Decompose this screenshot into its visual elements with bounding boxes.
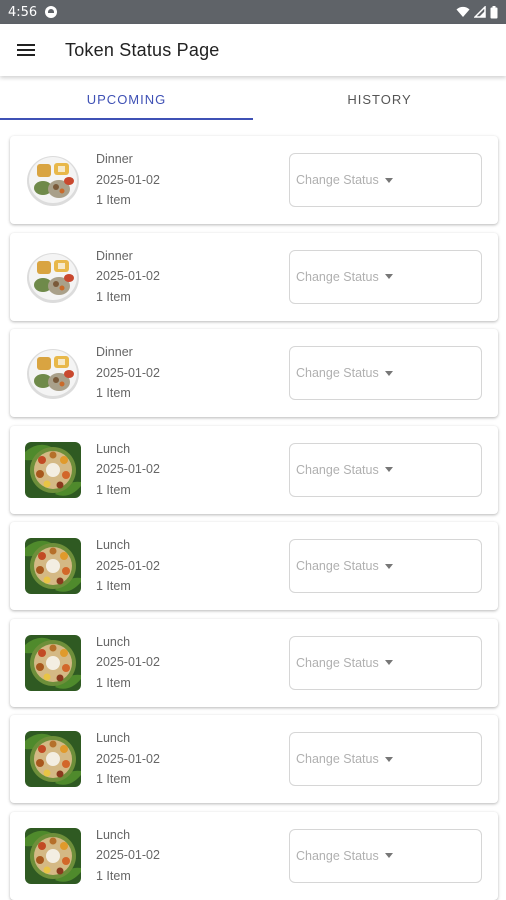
token-date: 2025-01-02: [96, 848, 160, 863]
signal-icon: [474, 6, 486, 18]
token-item-count: 1 Item: [96, 386, 131, 401]
token-card: Dinner 2025-01-02 1 Item Change Status: [10, 329, 498, 417]
token-item-count: 1 Item: [96, 482, 131, 497]
token-date: 2025-01-02: [96, 558, 160, 573]
token-card: Lunch 2025-01-02 1 Item Change Status: [10, 811, 498, 900]
tab-history[interactable]: HISTORY: [253, 78, 506, 120]
change-status-dropdown[interactable]: Change Status: [289, 153, 482, 207]
token-meal: Lunch: [96, 441, 131, 456]
dropdown-arrow-icon: [384, 177, 393, 183]
token-card: Dinner 2025-01-02 1 Item Change Status: [10, 232, 498, 321]
change-status-dropdown[interactable]: Change Status: [289, 828, 482, 883]
menu-icon[interactable]: [4, 28, 48, 72]
token-date: 2025-01-02: [96, 365, 160, 380]
wifi-icon: [456, 6, 470, 17]
token-item-count: 1 Item: [96, 868, 131, 883]
token-date: 2025-01-02: [96, 462, 160, 477]
token-meal: Dinner: [96, 248, 133, 263]
token-info: Lunch 2025-01-02 1 Item: [96, 635, 160, 691]
token-list: Dinner 2025-01-02 1 Item Change Status Dinne…: [10, 136, 498, 900]
change-status-placeholder: Change Status: [296, 559, 379, 573]
change-status-placeholder: Change Status: [296, 752, 379, 766]
dinner-plate-icon: [27, 252, 79, 303]
lunch-plate-icon: [25, 538, 81, 594]
tab-bar: UPCOMING HISTORY: [0, 78, 506, 120]
token-info: Lunch 2025-01-02 1 Item: [96, 828, 160, 884]
lunch-plate-icon: [25, 827, 81, 884]
token-card: Lunch 2025-01-02 1 Item Change Status: [10, 425, 498, 514]
change-status-dropdown[interactable]: Change Status: [289, 442, 482, 497]
token-meal: Dinner: [96, 152, 133, 167]
app-bar: Token Status Page: [0, 24, 506, 76]
token-card: Lunch 2025-01-02 1 Item Change Status: [10, 618, 498, 707]
change-status-dropdown[interactable]: Change Status: [289, 732, 482, 786]
dropdown-arrow-icon: [384, 563, 393, 569]
token-info: Lunch 2025-01-02 1 Item: [96, 442, 160, 498]
status-time: 4:56: [8, 4, 38, 20]
token-item-count: 1 Item: [96, 772, 131, 787]
token-meal: Dinner: [96, 345, 133, 360]
dropdown-arrow-icon: [384, 853, 393, 858]
token-info: Dinner 2025-01-02 1 Item: [96, 249, 160, 305]
token-info: Dinner 2025-01-02 1 Item: [96, 345, 160, 401]
lunch-plate-icon: [25, 634, 81, 691]
dropdown-arrow-icon: [384, 756, 393, 762]
dropdown-arrow-icon: [384, 274, 393, 279]
change-status-dropdown[interactable]: Change Status: [289, 539, 482, 593]
token-info: Lunch 2025-01-02 1 Item: [96, 538, 160, 594]
status-bar: 4:56: [0, 0, 506, 24]
change-status-dropdown[interactable]: Change Status: [289, 249, 482, 304]
token-item-count: 1 Item: [96, 289, 131, 304]
token-meal: Lunch: [96, 827, 131, 842]
token-item-count: 1 Item: [96, 579, 131, 594]
change-status-placeholder: Change Status: [296, 848, 379, 863]
dropdown-arrow-icon: [384, 467, 393, 472]
dinner-plate-icon: [27, 156, 79, 206]
notification-icon: [45, 6, 58, 18]
change-status-dropdown[interactable]: Change Status: [289, 346, 482, 400]
token-card: Lunch 2025-01-02 1 Item Change Status: [10, 715, 498, 803]
token-card: Dinner 2025-01-02 1 Item Change Status: [10, 136, 498, 224]
token-meal: Lunch: [96, 538, 131, 553]
token-item-count: 1 Item: [96, 193, 131, 208]
token-date: 2025-01-02: [96, 269, 160, 284]
lunch-plate-icon: [25, 441, 81, 498]
change-status-placeholder: Change Status: [296, 366, 379, 380]
change-status-dropdown[interactable]: Change Status: [289, 635, 482, 690]
token-meal: Lunch: [96, 634, 131, 649]
token-meal: Lunch: [96, 731, 131, 746]
tab-upcoming[interactable]: UPCOMING: [0, 78, 253, 120]
change-status-placeholder: Change Status: [296, 655, 379, 670]
token-info: Lunch 2025-01-02 1 Item: [96, 731, 160, 787]
token-info: Dinner 2025-01-02 1 Item: [96, 152, 160, 208]
change-status-placeholder: Change Status: [296, 462, 379, 477]
change-status-placeholder: Change Status: [296, 269, 379, 284]
lunch-plate-icon: [25, 731, 81, 787]
page-title: Token Status Page: [65, 39, 220, 60]
change-status-placeholder: Change Status: [296, 173, 379, 187]
dropdown-arrow-icon: [384, 660, 393, 665]
dropdown-arrow-icon: [384, 370, 393, 376]
dinner-plate-icon: [27, 349, 79, 399]
token-item-count: 1 Item: [96, 675, 131, 690]
token-card: Lunch 2025-01-02 1 Item Change Status: [10, 522, 498, 610]
token-date: 2025-01-02: [96, 172, 160, 187]
token-date: 2025-01-02: [96, 655, 160, 670]
status-icons: [456, 5, 498, 19]
battery-icon: [490, 5, 498, 18]
token-date: 2025-01-02: [96, 751, 160, 766]
